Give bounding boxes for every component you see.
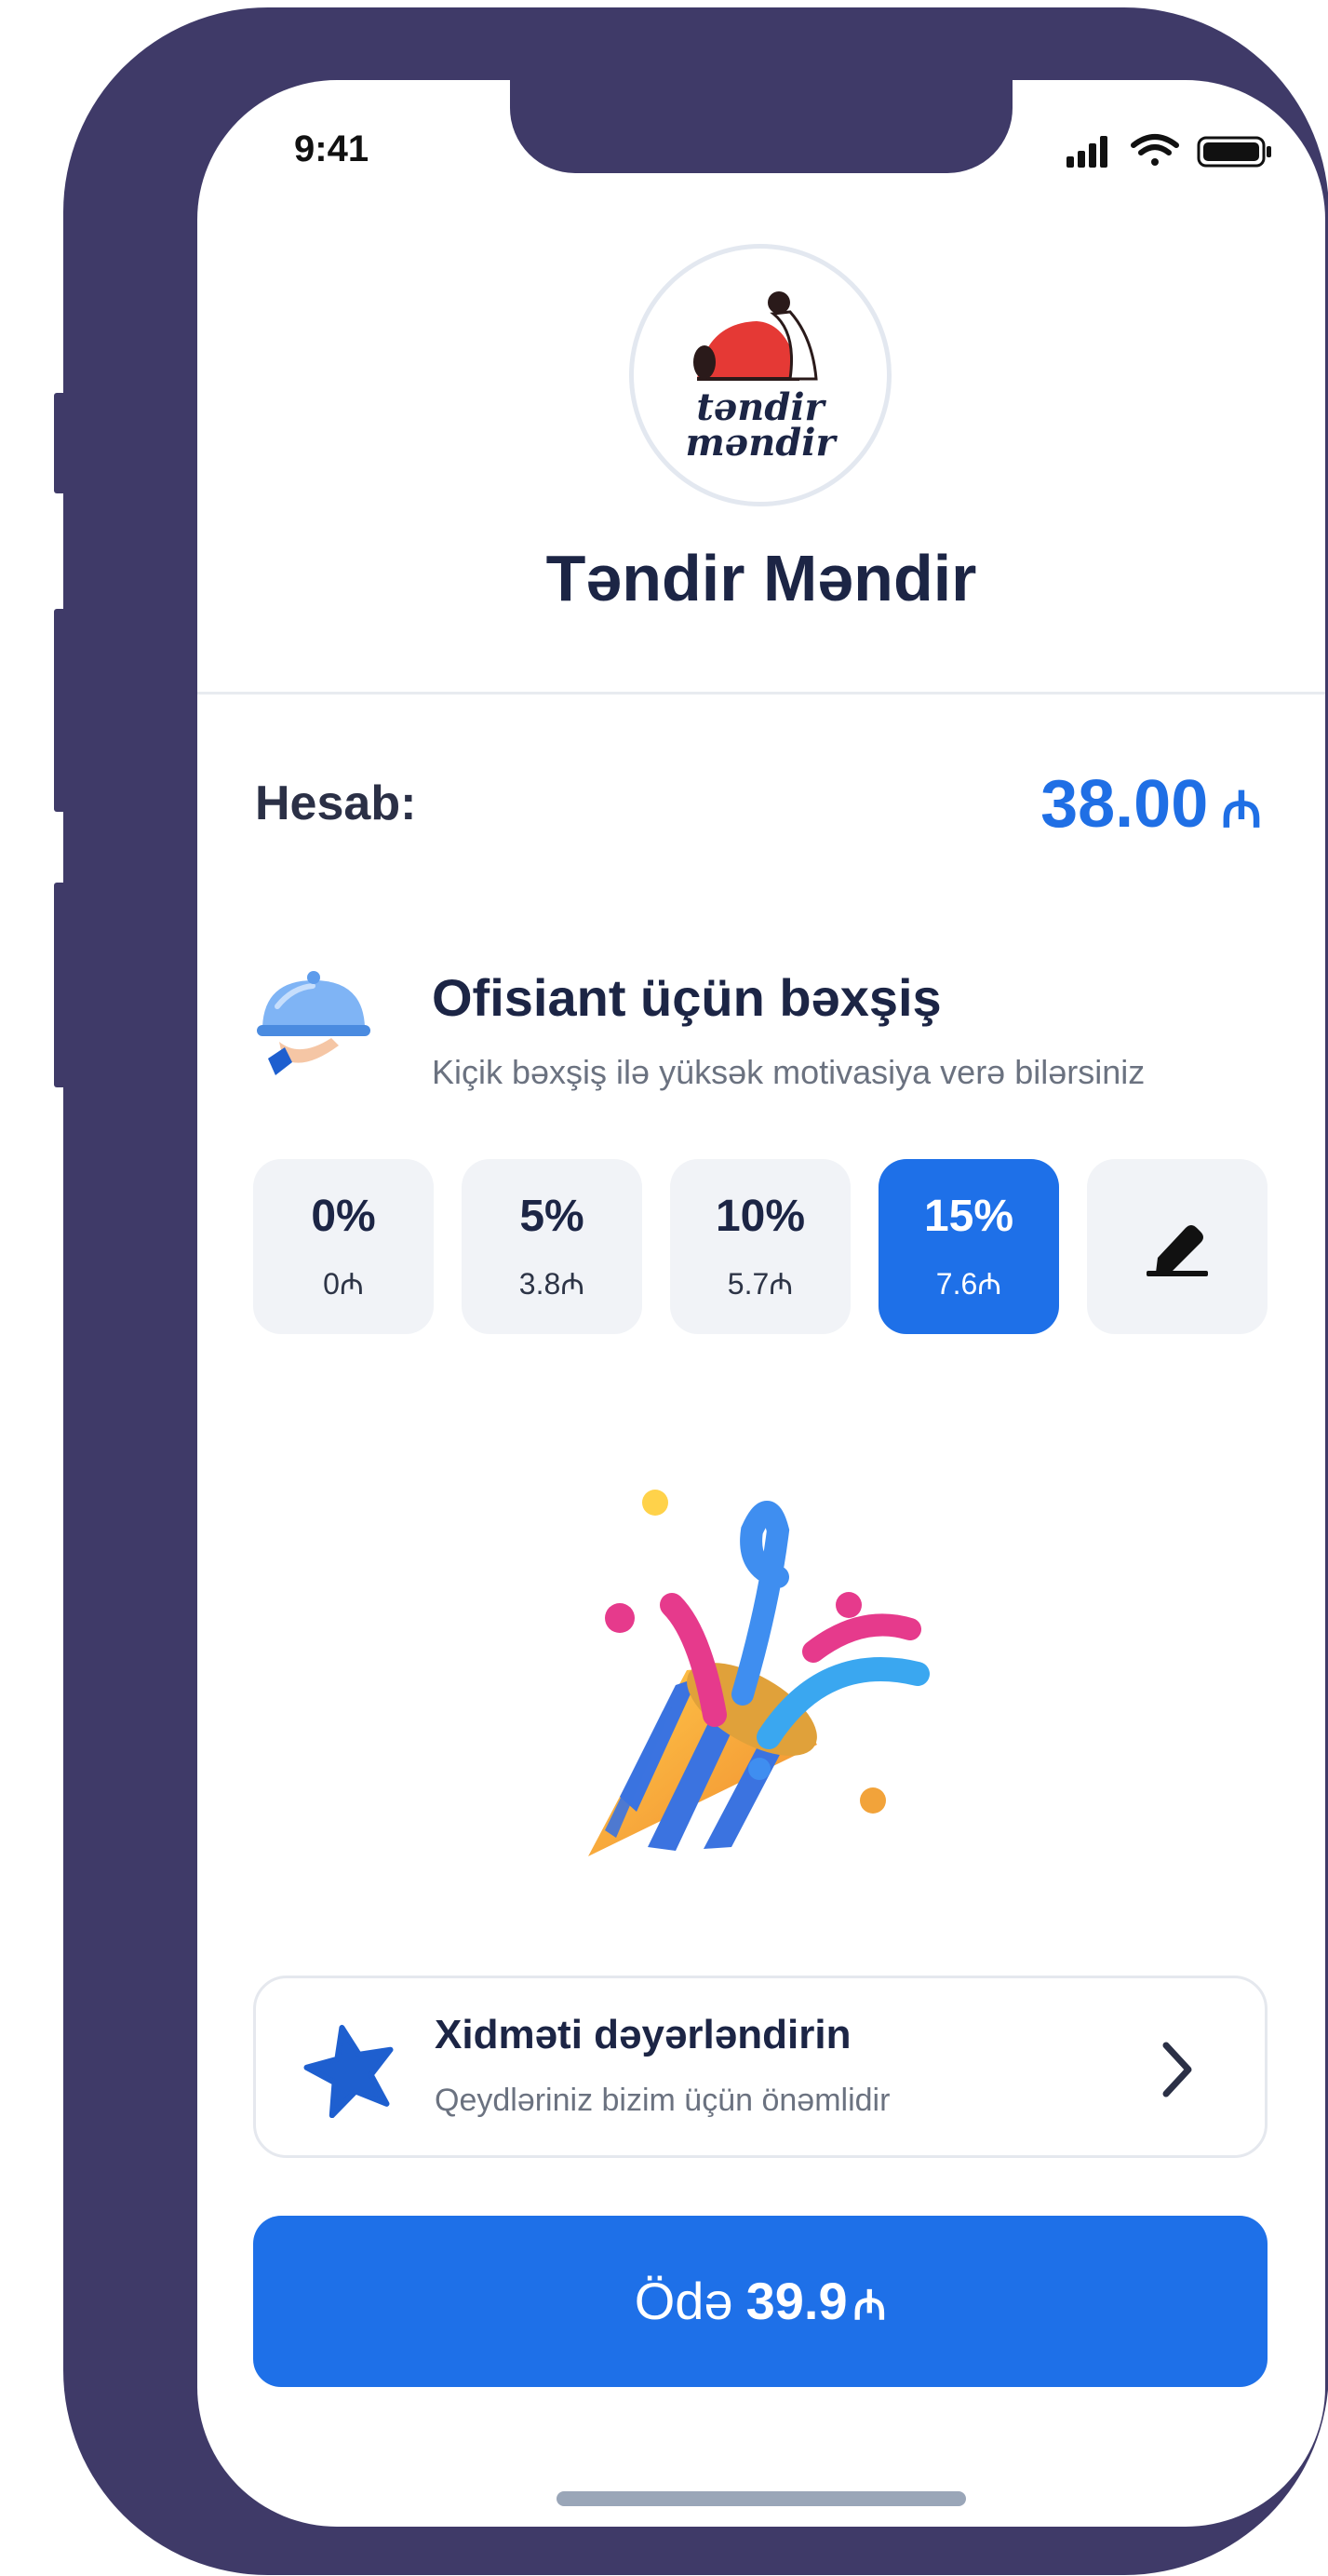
restaurant-name: Təndir Məndir bbox=[545, 542, 977, 614]
review-title: Xidməti dəyərləndirin bbox=[435, 2012, 852, 2057]
bill-label: Hesab: bbox=[255, 776, 417, 830]
star-icon bbox=[303, 2025, 394, 2118]
bill-amount-value: 38.00 bbox=[1040, 767, 1209, 842]
pay-amount: 39.9 bbox=[745, 2272, 848, 2330]
signal-icon bbox=[1066, 136, 1107, 168]
rate-service-card[interactable]: Xidməti dəyərləndirin Qeydləriniz bizim … bbox=[253, 1976, 1268, 2158]
tip-percent: 10% bbox=[715, 1192, 806, 1241]
phone-frame: 9:41 təndir məndir Təndir Məndir Hesab: … bbox=[63, 7, 1328, 2575]
status-icons bbox=[1066, 134, 1271, 168]
tandoor-logo-icon: təndir məndir bbox=[685, 291, 838, 465]
bill-amount: 38.00 ₼ bbox=[1040, 766, 1262, 843]
tip-title: Ofisiant üçün bəxşiş bbox=[432, 968, 942, 1027]
tip-amount: 5.7₼ bbox=[727, 1267, 794, 1301]
serving-tray-icon bbox=[257, 971, 370, 1075]
tip-percent: 15% bbox=[923, 1192, 1014, 1241]
status-time: 9:41 bbox=[294, 128, 369, 169]
tip-amount: 7.6₼ bbox=[935, 1267, 1002, 1301]
tip-option-15-selected[interactable]: 15% 7.6₼ bbox=[879, 1159, 1059, 1334]
tip-amount: 0₼ bbox=[323, 1267, 364, 1301]
tip-option-10[interactable]: 10% 5.7₼ bbox=[670, 1159, 851, 1334]
party-popper-icon bbox=[588, 1490, 930, 1856]
wifi-icon bbox=[1131, 134, 1179, 166]
restaurant-logo: təndir məndir bbox=[629, 244, 892, 506]
review-subtitle: Qeydləriniz bizim üçün önəmlidir bbox=[435, 2083, 891, 2118]
logo-text-line2: məndir bbox=[685, 421, 838, 465]
pay-button[interactable]: Ödə 39.9 ₼ bbox=[253, 2216, 1268, 2387]
chevron-right-icon bbox=[1162, 2042, 1192, 2097]
bill-currency: ₼ bbox=[1221, 782, 1262, 838]
header-divider bbox=[197, 692, 1325, 695]
home-indicator[interactable] bbox=[557, 2491, 966, 2506]
tip-subtitle: Kiçik bəxşiş ilə yüksək motivasiya verə … bbox=[432, 1053, 1146, 1091]
app-screen: 9:41 təndir məndir Təndir Məndir Hesab: … bbox=[197, 80, 1325, 2527]
tip-option-0[interactable]: 0% 0₼ bbox=[253, 1159, 434, 1334]
tip-percent: 5% bbox=[519, 1192, 584, 1241]
notch bbox=[510, 80, 1013, 173]
tip-amount: 3.8₼ bbox=[518, 1267, 585, 1301]
tip-option-5[interactable]: 5% 3.8₼ bbox=[462, 1159, 642, 1334]
pay-label: Ödə bbox=[634, 2272, 733, 2330]
battery-icon bbox=[1197, 136, 1271, 168]
tip-percent: 0% bbox=[311, 1192, 376, 1241]
pay-currency: ₼ bbox=[852, 2283, 887, 2328]
pencil-icon bbox=[1147, 1225, 1208, 1276]
tip-option-custom[interactable] bbox=[1087, 1159, 1268, 1334]
